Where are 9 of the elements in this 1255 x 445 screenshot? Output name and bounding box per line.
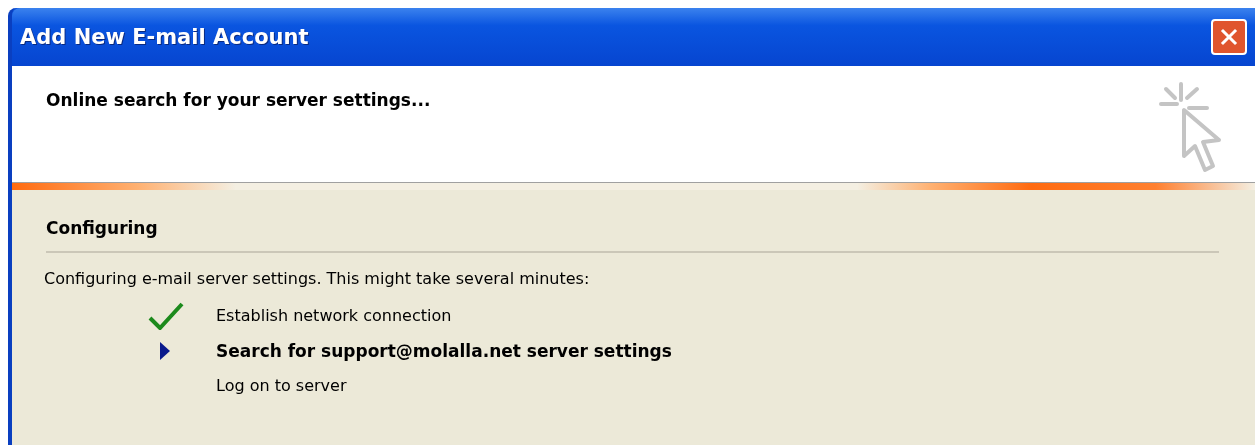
step-label: Search for support@molalla.net server settings — [216, 340, 672, 361]
window-title: Add New E-mail Account — [20, 25, 309, 49]
step-label: Establish network connection — [216, 306, 452, 325]
header-heading: Online search for your server settings... — [46, 90, 431, 110]
close-icon — [1219, 27, 1239, 47]
section-title: Configuring — [46, 218, 159, 238]
close-button[interactable] — [1211, 19, 1247, 55]
step-label: Log on to server — [216, 376, 347, 395]
intro-text: Configuring e-mail server settings. This might take several minutes: — [44, 269, 591, 288]
